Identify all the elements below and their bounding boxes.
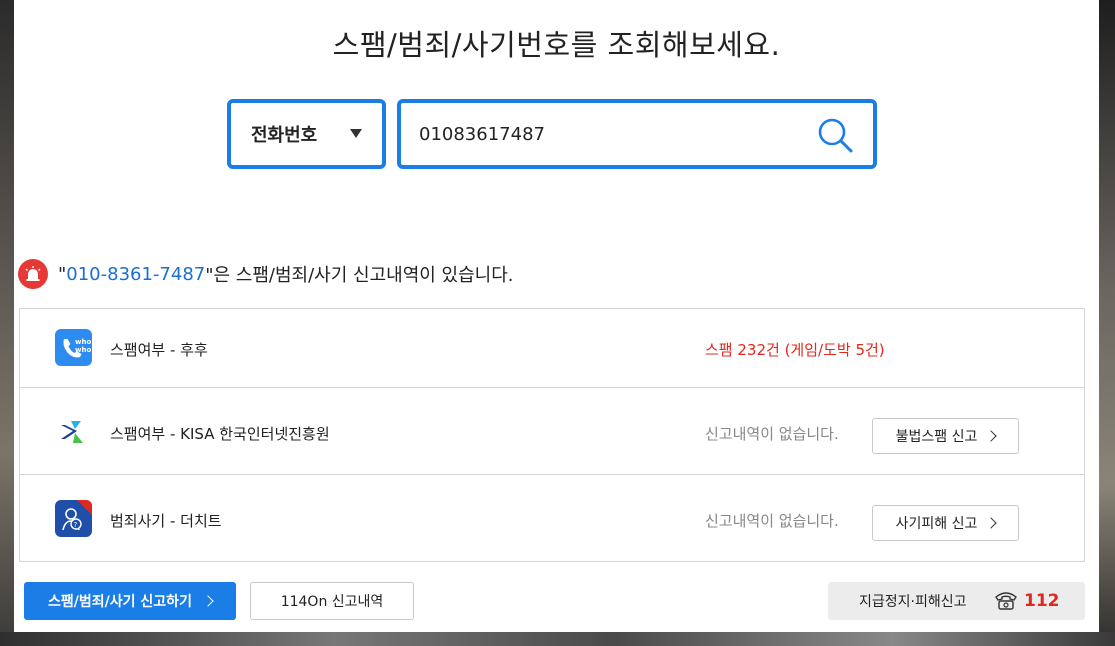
result-row-kisa: 스팸여부 - KISA 한국인터넷진흥원 신고내역이 없습니다. 불법스팸 신고 bbox=[20, 388, 1084, 475]
button-label: 스팸/범죄/사기 신고하기 bbox=[48, 594, 192, 610]
search-type-selected: 전화번호 bbox=[251, 125, 318, 146]
search-icon[interactable] bbox=[815, 115, 855, 155]
alert-phone-number: 010-8361-7487 bbox=[66, 263, 206, 285]
result-label: 스팸여부 - KISA 한국인터넷진흥원 bbox=[110, 425, 330, 443]
button-label: 불법스팸 신고 bbox=[895, 429, 978, 445]
alert-message: " 010-8361-7487 "은 스팸/범죄/사기 신고내역이 있습니다. bbox=[18, 258, 514, 290]
result-status: 신고내역이 없습니다. bbox=[705, 425, 839, 443]
lookup-panel: 스팸/범죄/사기번호를 조회해보세요. 전화번호 "010-8361-7487"… bbox=[14, 0, 1099, 632]
background-bottom bbox=[0, 632, 1115, 646]
background-left bbox=[0, 0, 14, 646]
chevron-right-icon bbox=[985, 430, 998, 442]
chevron-right-icon bbox=[202, 595, 214, 607]
illegal-spam-report-button[interactable]: 불법스팸 신고 bbox=[872, 418, 1019, 454]
result-label: 범죄사기 - 더치트 bbox=[110, 512, 222, 530]
alert-quote: " bbox=[58, 263, 67, 285]
background-right bbox=[1099, 0, 1115, 646]
svg-text:?: ? bbox=[74, 521, 78, 529]
whowho-phone-icon: who who bbox=[55, 329, 92, 366]
result-status: 스팸 232건 (게임/도박 5건) bbox=[705, 341, 885, 359]
svg-text:who: who bbox=[75, 338, 91, 346]
button-label: 사기피해 신고 bbox=[895, 516, 978, 532]
svg-text:who: who bbox=[75, 346, 91, 354]
page-title: 스팸/범죄/사기번호를 조회해보세요. bbox=[332, 28, 781, 62]
search-box bbox=[397, 99, 877, 169]
result-row-whowho: who who 스팸여부 - 후후 스팸 232건 (게임/도박 5건) bbox=[20, 309, 1084, 388]
report-history-button[interactable]: 114On 신고내역 bbox=[250, 582, 414, 620]
caret-down-icon bbox=[350, 129, 362, 138]
chevron-right-icon bbox=[985, 517, 998, 529]
spam-report-button[interactable]: 스팸/범죄/사기 신고하기 bbox=[24, 582, 236, 620]
alarm-bell-icon bbox=[18, 259, 48, 289]
result-label: 스팸여부 - 후후 bbox=[110, 341, 208, 359]
kisa-logo-icon bbox=[55, 413, 92, 450]
search-type-select[interactable]: 전화번호 bbox=[227, 99, 386, 169]
telephone-icon bbox=[994, 589, 1018, 615]
emergency-label: 지급정지·피해신고 bbox=[859, 594, 967, 610]
emergency-report-bar[interactable]: 지급정지·피해신고 112 bbox=[828, 582, 1085, 620]
search-input[interactable] bbox=[419, 117, 799, 151]
fraud-damage-report-button[interactable]: 사기피해 신고 bbox=[872, 505, 1019, 541]
emergency-number: 112 bbox=[1024, 591, 1060, 611]
alert-text: "은 스팸/범죄/사기 신고내역이 있습니다. bbox=[205, 265, 514, 286]
result-status: 신고내역이 없습니다. bbox=[705, 512, 839, 530]
results-list: who who 스팸여부 - 후후 스팸 232건 (게임/도박 5건) 스팸여… bbox=[19, 308, 1085, 562]
thecheat-icon: ? bbox=[55, 500, 92, 537]
result-row-thecheat: ? 범죄사기 - 더치트 신고내역이 없습니다. 사기피해 신고 bbox=[20, 475, 1084, 562]
